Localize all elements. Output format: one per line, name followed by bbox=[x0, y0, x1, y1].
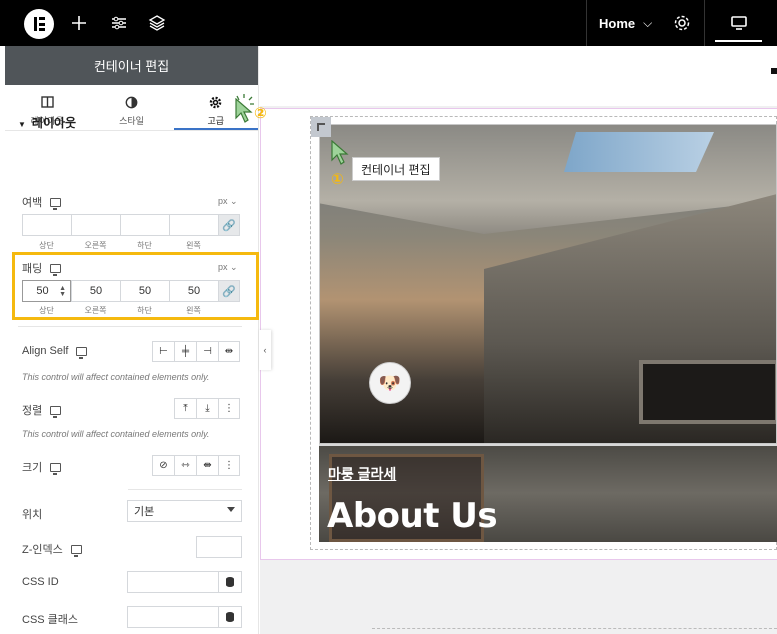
caret-down-icon: ▼ bbox=[18, 120, 26, 129]
responsive-monitor-icon[interactable] bbox=[50, 462, 62, 475]
margin-label-text: 여백 bbox=[22, 197, 43, 209]
chevron-left-icon: ‹ bbox=[263, 345, 267, 355]
css-class-input[interactable] bbox=[127, 606, 219, 628]
padding-controls: 50 ▲ ▼ 50 50 50 🔗 bbox=[22, 280, 240, 302]
padding-unit-select[interactable]: px ⌄ bbox=[218, 262, 238, 273]
align-start-icon[interactable]: ⊢ bbox=[152, 341, 174, 362]
next-section-outline bbox=[372, 628, 777, 634]
section-title: 레이아웃 bbox=[31, 116, 77, 130]
position-select[interactable]: 기본 bbox=[127, 500, 242, 522]
padding-right-input[interactable]: 50 bbox=[71, 280, 120, 302]
layers-icon[interactable] bbox=[146, 12, 168, 34]
tab-advanced-label: 고급 bbox=[207, 116, 225, 126]
canvas-top-strip bbox=[260, 46, 777, 106]
css-class-label: CSS 클래스 bbox=[22, 614, 79, 626]
dynamic-tags-icon[interactable] bbox=[218, 606, 242, 628]
responsive-monitor-icon[interactable] bbox=[50, 263, 62, 276]
more-options-icon[interactable]: ⋮ bbox=[218, 455, 240, 476]
order-end-icon[interactable]: ⤓ bbox=[196, 398, 218, 419]
panel-collapse-toggle[interactable]: ‹ bbox=[259, 330, 271, 370]
desktop-device-button[interactable] bbox=[704, 0, 772, 46]
zindex-input[interactable] bbox=[196, 536, 242, 558]
margin-label: 여백 bbox=[22, 194, 62, 210]
align-end-icon[interactable]: ⊣ bbox=[196, 341, 218, 362]
size-buttons: ⊘ ⇿ ⇼ ⋮ bbox=[152, 455, 240, 476]
padding-top-input[interactable]: 50 ▲ ▼ bbox=[22, 280, 71, 302]
top-bar: Home ⌵ bbox=[0, 0, 777, 46]
margin-sublabels: 상단 오른쪽 하단 왼쪽 bbox=[39, 241, 201, 250]
dynamic-tags-icon[interactable] bbox=[218, 571, 242, 593]
size-shrink-icon[interactable]: ⇼ bbox=[196, 455, 218, 476]
padding-sublabels: 상단 오른쪽 하단 왼쪽 bbox=[39, 306, 201, 315]
padding-label-text: 패딩 bbox=[22, 263, 43, 275]
css-id-label: CSS ID bbox=[22, 576, 59, 588]
zindex-label: Z-인덱스 bbox=[22, 541, 82, 557]
size-label: 크기 bbox=[22, 459, 62, 475]
size-none-icon[interactable]: ⊘ bbox=[152, 455, 174, 476]
section-header-layout[interactable]: ▼ 레이아웃 bbox=[18, 114, 76, 131]
spinner-icon[interactable]: ▲ ▼ bbox=[59, 285, 66, 298]
margin-unit-select[interactable]: px ⌄ bbox=[218, 196, 238, 207]
chevron-down-icon: ⌵ bbox=[643, 15, 653, 30]
responsive-monitor-icon[interactable] bbox=[50, 197, 62, 210]
step-marker-2: ② bbox=[254, 105, 267, 122]
container-tooltip: 컨테이너 편집 bbox=[352, 157, 440, 181]
responsive-monitor-icon[interactable] bbox=[70, 544, 82, 557]
padding-left-input[interactable]: 50 bbox=[169, 280, 218, 302]
margin-left-input[interactable] bbox=[169, 214, 218, 236]
padding-label: 패딩 bbox=[22, 260, 62, 276]
tab-style-label: 스타일 bbox=[119, 116, 144, 126]
more-options-icon[interactable]: ⋮ bbox=[218, 398, 240, 419]
order-note: This control will affect contained eleme… bbox=[22, 429, 210, 439]
settings-sliders-icon[interactable] bbox=[108, 12, 130, 34]
padding-bottom-input[interactable]: 50 bbox=[120, 280, 169, 302]
margin-controls: 🔗 bbox=[22, 214, 240, 236]
link-values-icon[interactable]: 🔗 bbox=[218, 280, 240, 302]
gear-icon bbox=[209, 94, 222, 110]
cursor-pointer-icon bbox=[331, 140, 349, 165]
container-handle[interactable] bbox=[311, 117, 331, 137]
responsive-monitor-icon[interactable] bbox=[76, 346, 88, 359]
dropdown-arrow-icon bbox=[227, 507, 235, 512]
margin-right-input[interactable] bbox=[71, 214, 120, 236]
align-self-label: Align Self bbox=[22, 345, 88, 359]
elementor-logo-icon[interactable] bbox=[24, 9, 54, 39]
align-center-icon[interactable]: ╪ bbox=[174, 341, 196, 362]
brand-link[interactable]: 마룽 글라세 bbox=[328, 464, 396, 484]
hero-container[interactable]: 🐶 마룽 글라세 About Us bbox=[319, 124, 777, 542]
add-icon[interactable] bbox=[68, 12, 90, 34]
click-burst-icon bbox=[236, 94, 254, 105]
align-stretch-icon[interactable]: ⇹ bbox=[218, 341, 240, 362]
order-label: 정렬 bbox=[22, 402, 62, 418]
gear-icon[interactable] bbox=[673, 14, 691, 32]
position-label: 위치 bbox=[22, 509, 43, 521]
margin-bottom-input[interactable] bbox=[120, 214, 169, 236]
link-values-icon[interactable]: 🔗 bbox=[218, 214, 240, 236]
about-heading[interactable]: About Us bbox=[327, 496, 498, 536]
align-self-note: This control will affect contained eleme… bbox=[22, 372, 210, 382]
order-buttons: ⤒ ⤓ ⋮ bbox=[174, 398, 240, 419]
avatar[interactable]: 🐶 bbox=[369, 362, 411, 404]
page-selector-label: Home bbox=[599, 15, 636, 31]
size-grow-icon[interactable]: ⇿ bbox=[174, 455, 196, 476]
panel-title: 컨테이너 편집 bbox=[5, 46, 258, 85]
step-marker-1: ① bbox=[331, 171, 344, 188]
align-self-buttons: ⊢ ╪ ⊣ ⇹ bbox=[152, 341, 240, 362]
monitor-icon bbox=[730, 16, 747, 30]
page-selector[interactable]: Home ⌵ bbox=[586, 0, 704, 46]
css-id-input[interactable] bbox=[127, 571, 219, 593]
responsive-monitor-icon[interactable] bbox=[50, 405, 62, 418]
tab-style[interactable]: 스타일 bbox=[89, 85, 173, 130]
margin-top-input[interactable] bbox=[22, 214, 71, 236]
order-start-icon[interactable]: ⤒ bbox=[174, 398, 196, 419]
style-icon bbox=[125, 94, 138, 110]
layout-icon bbox=[40, 94, 54, 110]
